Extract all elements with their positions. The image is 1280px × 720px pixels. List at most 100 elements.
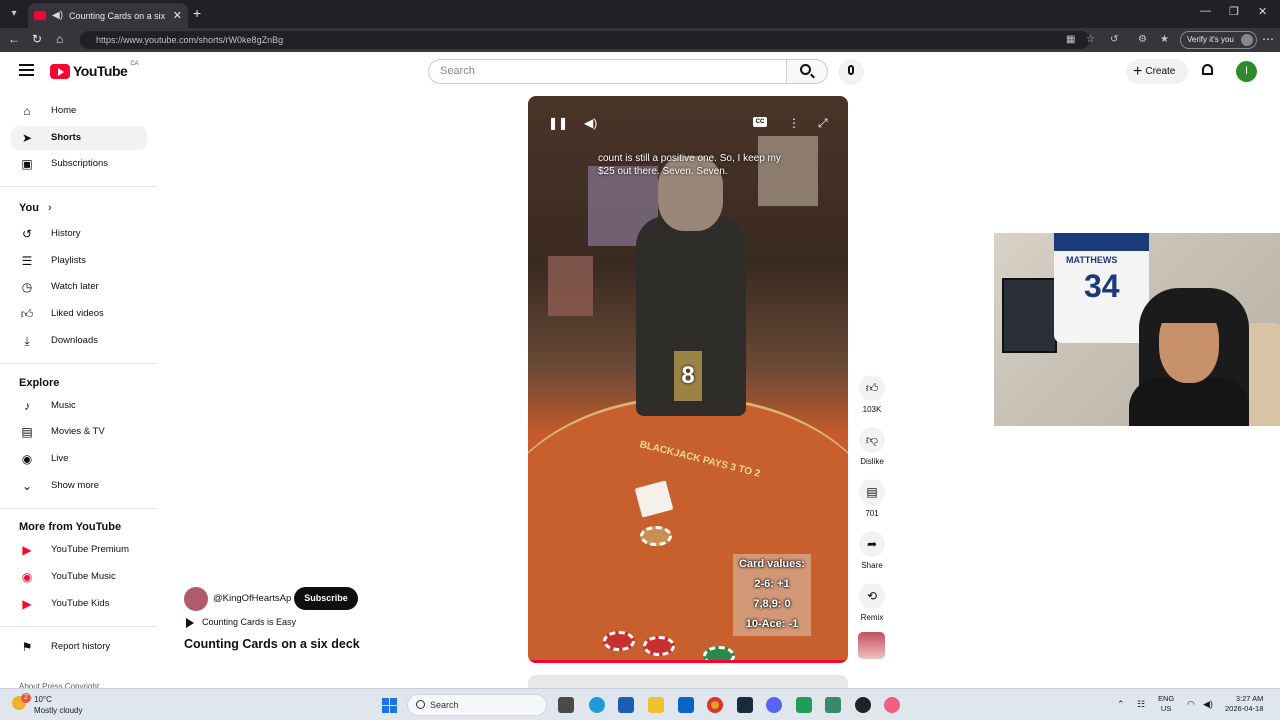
sidebar-item-movies-tv[interactable]: ▤ Movies & TV <box>11 420 147 444</box>
close-window-icon[interactable]: ✕ <box>1258 5 1267 18</box>
file-explorer-dark-icon[interactable] <box>558 697 574 713</box>
back-icon[interactable]: ← <box>8 32 20 46</box>
comments-action[interactable]: ▤ 701 <box>858 479 886 518</box>
sidebar-item-watch-later[interactable]: ◷ Watch later <box>11 275 147 299</box>
card-values-title: Card values: <box>738 558 806 570</box>
sidebar-item-music[interactable]: ♪ Music <box>11 394 147 418</box>
create-button[interactable]: + Create <box>1126 59 1188 84</box>
thumbs-up-icon[interactable]: 👍︎ <box>859 375 885 401</box>
sidebar-item-home[interactable]: ⌂ Home <box>11 99 147 123</box>
remix-action[interactable]: ⟲ Remix <box>858 583 886 622</box>
fullscreen-icon[interactable]: ⤢ <box>818 116 828 131</box>
channel-avatar[interactable] <box>184 587 208 611</box>
remix-label: Remix <box>860 613 884 622</box>
channel-name[interactable]: @KingOfHeartsAp <box>213 593 291 604</box>
sidebar-item-playlists[interactable]: ☰ Playlists <box>11 249 147 273</box>
terminal-icon[interactable] <box>737 697 753 713</box>
url-field[interactable]: https://www.youtube.com/shorts/rW0ke8gZn… <box>80 31 1090 49</box>
share-action[interactable]: ➦ Share <box>858 531 886 570</box>
notepad-icon[interactable] <box>825 697 841 713</box>
favorites-icon[interactable]: ★ <box>1160 34 1169 45</box>
sidebar-item-downloads[interactable]: ⤓ Downloads <box>11 329 147 353</box>
sidebar-item-live[interactable]: ◉ Live <box>11 447 147 471</box>
account-avatar[interactable]: I <box>1236 61 1257 82</box>
dislike-action[interactable]: 👎︎ Dislike <box>858 427 886 466</box>
refresh-extension-icon[interactable]: ↺ <box>1110 34 1118 45</box>
folder-icon[interactable] <box>648 697 664 713</box>
verify-profile-button[interactable]: Verify it's you <box>1180 31 1257 49</box>
bookmark-star-icon[interactable]: ☆ <box>1086 34 1095 45</box>
sidebar-item-history[interactable]: ↺ History <box>11 222 147 246</box>
extension-icon[interactable]: ▦ <box>1066 34 1075 45</box>
video-progress-bar[interactable] <box>528 660 848 663</box>
store-icon[interactable] <box>618 697 634 713</box>
history-icon: ↺ <box>21 227 33 241</box>
restore-icon[interactable]: ❐ <box>1229 5 1239 18</box>
sidebar-item-youtube-premium[interactable]: ▶ YouTube Premium <box>11 538 147 562</box>
share-icon[interactable]: ➦ <box>859 531 885 557</box>
shorts-video-player[interactable]: ❚❚ ◀) CC ⋮ ⤢ count is still a positive o… <box>528 96 848 663</box>
taskbar-search[interactable]: Search <box>407 694 547 716</box>
sidebar-item-report-history[interactable]: ⚑ Report history <box>11 635 147 659</box>
country-code: CA <box>130 61 139 67</box>
captions-icon[interactable]: CC <box>753 117 767 127</box>
download-icon: ⤓ <box>24 334 30 348</box>
sidebar-item-label: Report history <box>51 641 111 652</box>
sidebar-item-label: Shorts <box>51 132 82 143</box>
new-tab-button[interactable]: + <box>193 5 201 21</box>
app-icon[interactable] <box>796 697 812 713</box>
language-indicator[interactable]: ENG US <box>1158 694 1174 714</box>
volume-tray-icon[interactable]: ◀) <box>1203 699 1213 710</box>
tab-list-icon[interactable]: ▾ <box>6 6 22 22</box>
chrome-icon[interactable] <box>707 697 723 713</box>
voice-search-button[interactable] <box>838 59 864 85</box>
channel-thumbnail[interactable] <box>858 632 885 659</box>
sidebar-item-subscriptions[interactable]: ▣ Subscriptions <box>11 152 147 176</box>
you-section-heading[interactable]: You › <box>19 202 52 214</box>
reload-icon[interactable]: ↻ <box>32 32 42 46</box>
remix-icon[interactable]: ⟲ <box>859 583 885 609</box>
search-input[interactable]: Search <box>428 59 786 84</box>
outlook-icon[interactable] <box>678 697 694 713</box>
clock[interactable]: 3:27 AM 2026-04-18 <box>1225 694 1263 714</box>
edge-icon[interactable] <box>589 697 605 713</box>
wifi-icon[interactable]: ◠ <box>1187 699 1195 710</box>
search-button[interactable] <box>786 59 828 84</box>
discord-icon[interactable] <box>766 697 782 713</box>
sidebar-item-show-more[interactable]: ⌄ Show more <box>11 474 147 498</box>
sidebar-item-shorts[interactable]: ➤ Shorts <box>11 126 147 150</box>
bell-icon <box>1202 64 1213 75</box>
volume-icon[interactable]: ◀) <box>584 116 597 130</box>
extensions-puzzle-icon[interactable]: ⚙ <box>1138 34 1147 45</box>
notifications-button[interactable] <box>1201 64 1215 78</box>
youtube-logo[interactable]: YouTube CA <box>50 61 139 79</box>
subscribe-button[interactable]: Subscribe <box>294 587 358 610</box>
obs-icon[interactable] <box>855 697 871 713</box>
thumbs-down-icon[interactable]: 👎︎ <box>859 427 885 453</box>
playlist-link[interactable]: Counting Cards is Easy <box>186 617 296 628</box>
windows-start-icon[interactable] <box>382 698 397 713</box>
sidebar-divider <box>0 363 157 364</box>
explore-heading: Explore <box>19 377 60 389</box>
more-options-icon[interactable]: ⋮ <box>788 116 800 130</box>
close-tab-icon[interactable]: ✕ <box>173 9 182 22</box>
home-browser-icon[interactable]: ⌂ <box>56 32 63 46</box>
sidebar-item-youtube-music[interactable]: ◉ YouTube Music <box>11 565 147 589</box>
tray-overflow-icon[interactable]: ⌃ <box>1117 699 1125 710</box>
comments-count: 701 <box>865 509 879 518</box>
like-action[interactable]: 👍︎ 103K <box>858 375 886 414</box>
more-menu-icon[interactable]: ⋯ <box>1262 32 1274 46</box>
menu-icon[interactable] <box>19 64 34 79</box>
sidebar-item-youtube-kids[interactable]: ▶ YouTube Kids <box>11 592 147 616</box>
pause-icon[interactable]: ❚❚ <box>548 116 568 130</box>
speaker-icon[interactable]: ◀) <box>52 10 63 21</box>
network-icon[interactable]: ☷ <box>1137 699 1145 710</box>
browser-tab[interactable]: ◀) Counting Cards on a six deck ✕ <box>28 3 188 28</box>
you-heading-label: You <box>19 202 39 214</box>
sidebar-item-liked-videos[interactable]: 👍︎ Liked videos <box>11 302 147 326</box>
minimize-icon[interactable]: — <box>1200 5 1211 17</box>
monitor-shape <box>1002 278 1057 353</box>
comment-icon[interactable]: ▤ <box>859 479 885 505</box>
music-app-icon[interactable] <box>884 697 900 713</box>
sidebar-divider <box>0 626 157 627</box>
